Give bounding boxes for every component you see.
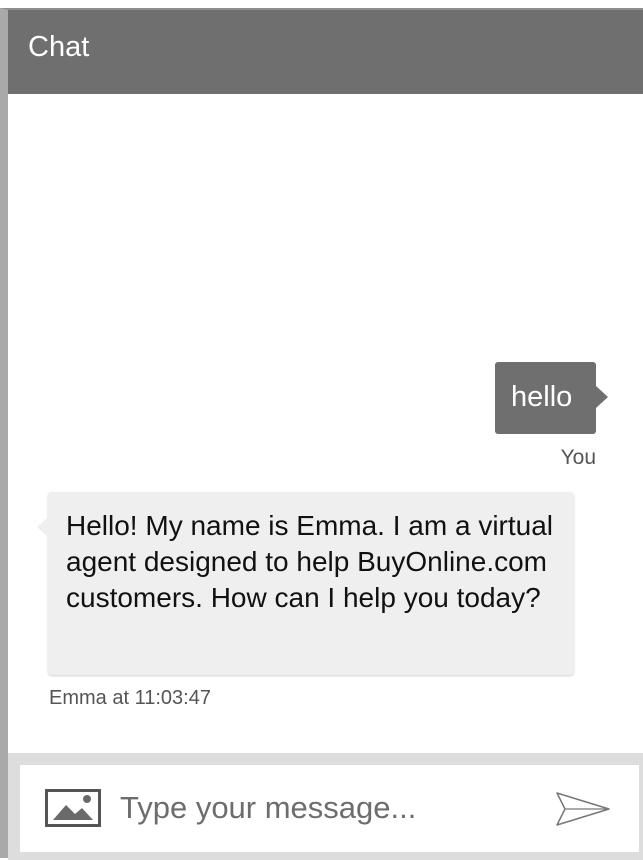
user-message-bubble: hello bbox=[495, 362, 608, 434]
message-list[interactable]: hello You Hello! My name is Emma. I am a… bbox=[8, 94, 643, 753]
agent-message-text: Hello! My name is Emma. I am a virtual a… bbox=[66, 510, 554, 613]
user-message-sender: You bbox=[560, 446, 596, 469]
chat-header: Chat bbox=[8, 10, 643, 94]
agent-message-meta: Emma at 11:03:47 bbox=[49, 687, 211, 709]
message-input[interactable] bbox=[120, 785, 522, 831]
message-composer bbox=[8, 753, 643, 860]
agent-message-bubble: Hello! My name is Emma. I am a virtual a… bbox=[37, 492, 574, 675]
composer-box bbox=[20, 765, 639, 852]
send-icon bbox=[556, 792, 610, 826]
chat-title: Chat bbox=[28, 31, 90, 63]
chat-window: Chat hello You Hello! My name is Emma. I… bbox=[0, 8, 643, 860]
send-button[interactable] bbox=[555, 790, 611, 828]
image-icon bbox=[45, 789, 101, 827]
attach-image-button[interactable] bbox=[45, 789, 101, 827]
user-message-text: hello bbox=[511, 381, 573, 413]
